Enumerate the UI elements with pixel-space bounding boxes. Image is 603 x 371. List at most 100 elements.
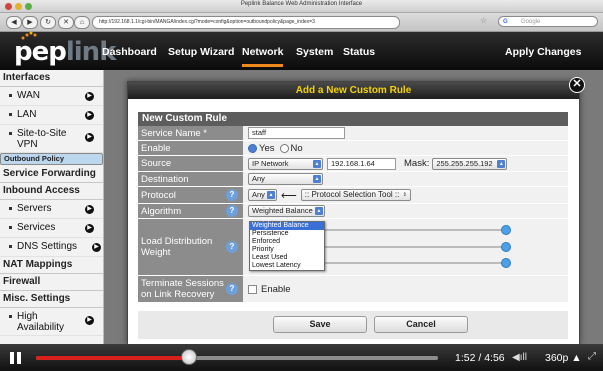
load-distribution-label: Load Distribution Weight?	[138, 219, 243, 275]
add-custom-rule-dialog: Add a New Custom Rule ✕ New Custom Rule …	[127, 77, 585, 345]
destination-select[interactable]: Any ▲	[248, 173, 323, 185]
save-button[interactable]: Save	[273, 316, 367, 333]
bookmark-star-icon[interactable]: ☆	[480, 16, 487, 25]
bullet-icon	[9, 112, 12, 116]
help-icon[interactable]: ?	[226, 241, 238, 253]
weight-slider-track[interactable]	[321, 246, 503, 248]
sidebar-item-nat-mappings[interactable]: NAT Mappings	[0, 257, 103, 274]
apply-changes-button[interactable]: Apply Changes	[505, 46, 581, 58]
nav-system[interactable]: System	[296, 46, 333, 58]
back-icon[interactable]: ◀	[6, 16, 22, 29]
volume-icon[interactable]: ◀ıll	[512, 352, 527, 363]
help-icon[interactable]: ?	[226, 205, 238, 217]
chevron-right-icon[interactable]: ▶	[85, 133, 94, 142]
bullet-icon	[9, 314, 12, 318]
sidebar-item-dns-settings[interactable]: DNS Settings ▶	[0, 238, 103, 257]
mask-label: Mask:	[404, 158, 430, 169]
weight-slider-track[interactable]	[321, 229, 503, 231]
help-icon[interactable]: ?	[226, 283, 238, 295]
section-heading: New Custom Rule	[138, 112, 568, 126]
pause-icon[interactable]	[10, 352, 22, 364]
chevron-down-icon: ▲	[313, 175, 321, 183]
google-icon: G	[503, 19, 508, 25]
algorithm-option[interactable]: Lowest Latency	[250, 262, 324, 270]
address-bar[interactable]: http://192.168.1.1/cgi-bin/MANGA/index.c…	[92, 16, 400, 29]
row-enable: Enable Yes No	[138, 141, 568, 156]
peplink-logo[interactable]: peplink	[14, 37, 116, 67]
sidebar-item-firewall[interactable]: Firewall	[0, 274, 103, 291]
scrubber-handle[interactable]	[180, 349, 197, 365]
algorithm-label-text: Algorithm	[141, 205, 182, 217]
source-type-value: IP Network	[252, 158, 289, 168]
fullscreen-icon[interactable]: ⤢	[588, 351, 596, 362]
forward-icon[interactable]: ▶	[22, 16, 38, 29]
source-type-select[interactable]: IP Network ▲	[248, 157, 323, 170]
reload-icon[interactable]: ↻	[40, 16, 56, 29]
sidebar-heading-inbound-access[interactable]: Inbound Access	[0, 183, 103, 200]
algorithm-option[interactable]: Persistence	[250, 230, 324, 238]
chevron-right-icon[interactable]: ▶	[85, 224, 94, 233]
algorithm-option[interactable]: Weighted Balance	[250, 222, 324, 230]
enable-yes-radio[interactable]	[248, 143, 257, 153]
chevron-right-icon[interactable]: ▶	[85, 316, 94, 325]
sidebar-item-servers[interactable]: Servers ▶	[0, 200, 103, 219]
sidebar-item-wan[interactable]: WAN ▶	[0, 87, 103, 106]
protocol-select[interactable]: Any ▲	[248, 189, 277, 201]
row-algorithm: Algorithm? Weighted Balance ▲	[138, 204, 568, 219]
chevron-down-icon: ▲	[313, 159, 321, 168]
algorithm-option[interactable]: Least Used	[250, 254, 324, 262]
service-name-label: Service Name *	[138, 126, 243, 140]
sidebar-item-label: Site-to-Site VPN	[17, 128, 67, 150]
chevron-down-icon: ▲	[497, 159, 506, 168]
terminate-sessions-label: Terminate Sessions on Link Recovery?	[138, 276, 243, 302]
terminate-enable-label: Enable	[261, 283, 291, 295]
protocol-selection-tool-select[interactable]: :: Protocol Selection Tool :: ⇕	[300, 189, 411, 201]
algorithm-value: Weighted Balance	[252, 206, 313, 215]
app-header: peplink Dashboard Setup Wizard Network S…	[0, 31, 603, 70]
sidebar-item-service-forwarding[interactable]: Service Forwarding	[0, 165, 103, 183]
sidebar-item-services[interactable]: Services ▶	[0, 219, 103, 238]
nav-dashboard[interactable]: Dashboard	[102, 46, 157, 58]
home-icon[interactable]: ⌂	[74, 16, 90, 29]
service-name-input[interactable]: staff	[248, 127, 345, 139]
weight-slider-track[interactable]	[321, 262, 503, 264]
close-icon[interactable]: ✕	[569, 77, 585, 93]
weight-slider-knob[interactable]	[501, 225, 511, 235]
algorithm-dropdown-list[interactable]: Weighted Balance Persistence Enforced Prior…	[249, 221, 325, 271]
sidebar-heading-misc-settings[interactable]: Misc. Settings	[0, 291, 103, 308]
chevron-right-icon[interactable]: ▶	[85, 205, 94, 214]
sidebar-item-lan[interactable]: LAN ▶	[0, 106, 103, 125]
chevron-right-icon[interactable]: ▶	[85, 111, 94, 120]
weight-slider-knob[interactable]	[501, 242, 511, 252]
algorithm-label: Algorithm?	[138, 204, 243, 218]
mask-select[interactable]: 255.255.255.192 ▲	[432, 157, 508, 170]
row-source: Source IP Network ▲ 192.168.1.64 Mask: 25…	[138, 156, 568, 172]
sidebar-item-high-availability[interactable]: High Availability ▶	[0, 308, 103, 336]
terminate-sessions-checkbox[interactable]	[248, 284, 257, 294]
cancel-button[interactable]: Cancel	[374, 316, 468, 333]
source-ip-input[interactable]: 192.168.1.64	[327, 157, 396, 170]
search-field[interactable]: G Google	[498, 16, 598, 27]
weight-slider-knob[interactable]	[501, 258, 511, 268]
sidebar-item-outbound-policy[interactable]: Outbound Policy	[0, 153, 103, 165]
arrow-left-icon: ⟵	[281, 189, 297, 202]
sidebar: Interfaces WAN ▶ LAN ▶ Site-to-Site VPN ▶ O…	[0, 70, 104, 344]
algorithm-select[interactable]: Weighted Balance ▲	[248, 205, 325, 217]
nav-network[interactable]: Network	[242, 46, 284, 67]
stop-icon[interactable]: ✕	[58, 16, 74, 29]
chevron-right-icon[interactable]: ▶	[92, 243, 101, 252]
nav-status[interactable]: Status	[343, 46, 375, 58]
sidebar-item-site-to-site-vpn[interactable]: Site-to-Site VPN ▶	[0, 125, 103, 153]
algorithm-option[interactable]: Priority	[250, 246, 324, 254]
help-icon[interactable]: ?	[226, 189, 238, 201]
sidebar-item-label: High Availability	[17, 311, 65, 333]
algorithm-option[interactable]: Enforced	[250, 238, 324, 246]
enable-no-radio[interactable]	[279, 143, 289, 153]
quality-selector[interactable]: 360p ▲	[545, 352, 582, 364]
protocol-label: Protocol?	[138, 187, 243, 203]
nav-setup-wizard[interactable]: Setup Wizard	[168, 46, 234, 58]
row-terminate-sessions: Terminate Sessions on Link Recovery? Ena…	[138, 276, 568, 303]
chevron-right-icon[interactable]: ▶	[85, 92, 94, 101]
bullet-icon	[9, 206, 12, 210]
progress-bar[interactable]	[36, 356, 438, 360]
